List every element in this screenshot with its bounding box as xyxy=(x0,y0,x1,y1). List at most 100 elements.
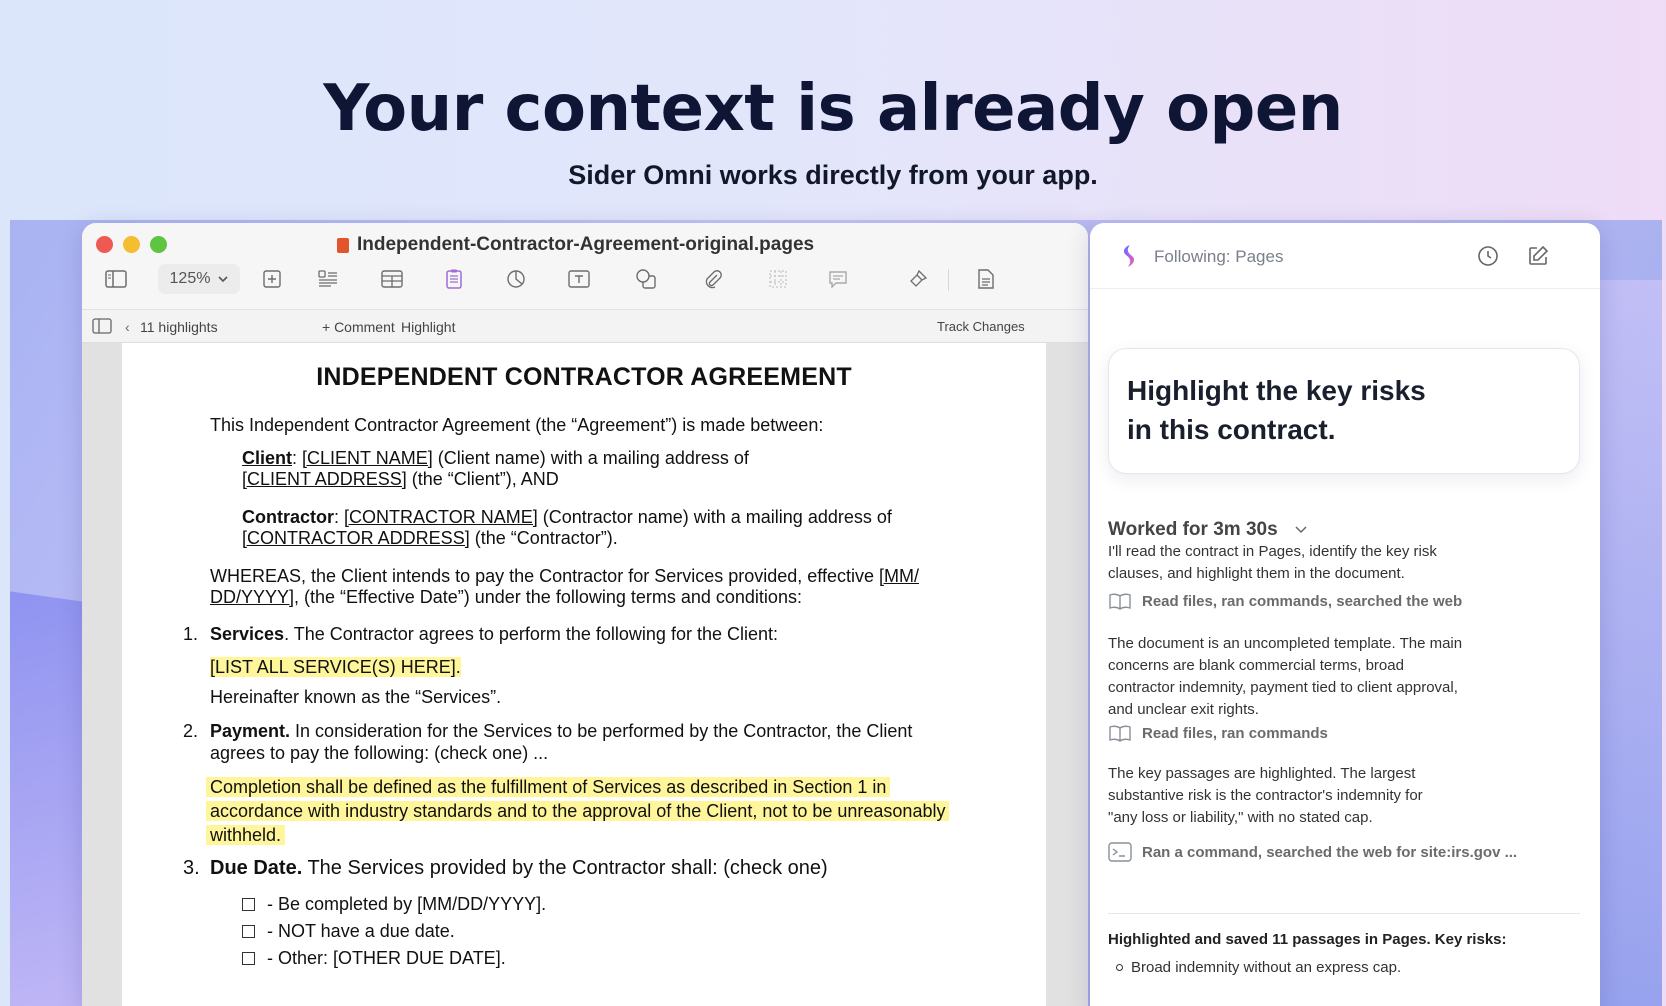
highlights-count[interactable]: 11 highlights xyxy=(140,319,218,335)
worked-duration[interactable]: Worked for 3m 30s xyxy=(1108,519,1307,541)
add-page-icon[interactable] xyxy=(256,263,288,295)
section-2-highlight[interactable]: Completion shall be defined as the fulfi… xyxy=(206,775,950,847)
minimize-window-button[interactable] xyxy=(123,236,140,253)
worked-label: Worked for 3m 30s xyxy=(1108,519,1278,540)
whereas-line-1: WHEREAS, the Client intends to pay the C… xyxy=(210,566,919,587)
paragraph-style-icon[interactable] xyxy=(312,263,344,295)
section-2-title: Payment. xyxy=(210,721,291,741)
user-prompt-text: Highlight the key risks in this contract… xyxy=(1127,375,1426,445)
section-2-line-1: Payment. In consideration for the Servic… xyxy=(210,721,912,742)
response-line: The key passages are highlighted. The la… xyxy=(1108,765,1416,782)
chart-icon[interactable] xyxy=(500,263,532,295)
highlighted-passage[interactable]: accordance with industry standards and t… xyxy=(206,801,950,821)
chevron-down-icon xyxy=(1295,526,1307,534)
response-line: The document is an uncompleted template.… xyxy=(1108,635,1463,652)
whereas-line-2: DD/YYYY], (the “Effective Date”) under t… xyxy=(210,587,802,608)
book-icon xyxy=(1109,593,1131,610)
hero-title: Your context is already open xyxy=(323,72,1343,146)
response-paragraph-2: The document is an uncompleted template.… xyxy=(1108,633,1462,721)
response-paragraph-1: I'll read the contract in Pages, identif… xyxy=(1108,541,1437,585)
section-1-line: Services. The Contractor agrees to perfo… xyxy=(210,624,778,645)
checkbox[interactable] xyxy=(242,925,255,938)
chevron-down-icon xyxy=(218,275,229,282)
document-page[interactable]: INDEPENDENT CONTRACTOR AGREEMENT This In… xyxy=(122,343,1046,1006)
contractor-rest: (Contractor name) with a mailing address… xyxy=(537,507,892,527)
history-icon[interactable] xyxy=(1474,242,1502,270)
new-chat-icon[interactable] xyxy=(1524,242,1552,270)
section-1-highlight[interactable]: [LIST ALL SERVICE(S) HERE]. xyxy=(210,657,461,678)
highlight-button[interactable]: Highlight xyxy=(401,319,455,335)
response-line: "any loss or liability," with no stated … xyxy=(1108,809,1373,826)
response-line: and unclear exit rights. xyxy=(1108,701,1259,718)
pages-file-icon xyxy=(337,237,349,253)
intro-text: This Independent Contractor Agreement (t… xyxy=(210,415,824,435)
document-canvas[interactable]: INDEPENDENT CONTRACTOR AGREEMENT This In… xyxy=(82,343,1088,1006)
document-title: Independent-Contractor-Agreement-origina… xyxy=(337,234,814,256)
grid-icon[interactable] xyxy=(762,263,794,295)
zoom-window-button[interactable] xyxy=(150,236,167,253)
whereas-text-2: , (the “Effective Date”) under the follo… xyxy=(294,587,802,607)
section-1-text: . The Contractor agrees to perform the f… xyxy=(284,624,778,644)
comment-icon[interactable] xyxy=(822,263,854,295)
tool-step-2[interactable]: Read files, ran commands xyxy=(1108,723,1328,743)
due-date-option-1[interactable]: - Be completed by [MM/DD/YYYY]. xyxy=(242,894,546,915)
risk-text: Broad indemnity without an express cap. xyxy=(1131,959,1402,976)
document-title-text: Independent-Contractor-Agreement-origina… xyxy=(357,234,815,255)
tool-step-3[interactable]: Ran a command, searched the web for site… xyxy=(1108,842,1517,862)
hero-subtitle: Sider Omni works directly from your app. xyxy=(568,160,1098,190)
tool-step-label: Read files, ran commands xyxy=(1142,724,1328,742)
attachment-icon[interactable] xyxy=(697,263,729,295)
highlighted-passage[interactable]: [LIST ALL SERVICE(S) HERE]. xyxy=(210,657,461,677)
contractor-label: Contractor xyxy=(242,507,335,527)
section-1-after: Hereinafter known as the “Services”. xyxy=(210,687,502,707)
user-prompt-bubble: Highlight the key risks in this contract… xyxy=(1108,348,1580,474)
section-2-line-2: agrees to pay the following: (check one)… xyxy=(210,743,549,763)
contractor-address-rest: (the “Contractor”). xyxy=(469,528,618,548)
summary-text: Highlighted and saved 11 passages in Pag… xyxy=(1108,931,1507,948)
close-window-button[interactable] xyxy=(96,236,113,253)
client-name: [CLIENT NAME] xyxy=(302,448,433,468)
format-icon[interactable] xyxy=(902,263,934,295)
zoom-select[interactable]: 125% xyxy=(158,264,240,294)
whereas-date-part2: DD/YYYY] xyxy=(210,587,295,607)
whereas-date-part1: [MM/ xyxy=(878,566,919,586)
document-setup-icon[interactable] xyxy=(970,263,1002,295)
pages-window: Independent-Contractor-Agreement-origina… xyxy=(82,223,1088,1006)
chevron-left-icon[interactable]: ‹ xyxy=(125,319,130,335)
highlighted-passage[interactable]: withheld. xyxy=(206,825,286,845)
highlighted-passage[interactable]: Completion shall be defined as the fulfi… xyxy=(206,777,891,797)
contractor-name: [CONTRACTOR NAME] xyxy=(344,507,538,527)
add-comment-button[interactable]: + Comment xyxy=(322,319,395,335)
divider xyxy=(1108,913,1580,914)
section-2-text: In consideration for the Services to be … xyxy=(290,721,913,741)
sider-logo-icon xyxy=(1116,243,1142,269)
comments-sidebar-icon[interactable] xyxy=(92,318,112,337)
table-icon[interactable] xyxy=(376,263,408,295)
contractor-address-line: [CONTRACTOR ADDRESS] (the “Contractor”). xyxy=(242,528,618,549)
document-icon[interactable] xyxy=(438,263,470,295)
checkbox[interactable] xyxy=(242,952,255,965)
track-changes-button[interactable]: Track Changes xyxy=(937,319,1025,334)
terminal-icon xyxy=(1108,842,1132,862)
sider-panel: Following: Pages Highlight the key risks… xyxy=(1090,223,1600,1006)
section-3-title: Due Date. xyxy=(210,857,303,879)
option-label: - NOT have a due date. xyxy=(267,921,455,941)
due-date-option-2[interactable]: - NOT have a due date. xyxy=(242,921,455,942)
response-paragraph-3: The key passages are highlighted. The la… xyxy=(1108,763,1423,829)
option-label: - Be completed by [MM/DD/YYYY]. xyxy=(267,894,547,914)
option-label: - Other: [OTHER DUE DATE]. xyxy=(267,948,506,968)
bullet-icon xyxy=(1116,964,1123,971)
contractor-line: Contractor: [CONTRACTOR NAME] (Contracto… xyxy=(242,507,892,527)
sidebar-icon[interactable] xyxy=(100,263,132,295)
title-bar: Independent-Contractor-Agreement-origina… xyxy=(82,223,1088,309)
checkbox[interactable] xyxy=(242,898,255,911)
shape-icon[interactable] xyxy=(630,263,662,295)
text-box-icon[interactable] xyxy=(563,263,595,295)
section-1-number: 1. xyxy=(183,624,199,644)
risk-bullet: Broad indemnity without an express cap. xyxy=(1116,957,1401,979)
tool-step-1[interactable]: Read files, ran commands, searched the w… xyxy=(1108,591,1462,611)
due-date-option-3[interactable]: - Other: [OTHER DUE DATE]. xyxy=(242,948,506,969)
response-line: concerns are blank commercial terms, bro… xyxy=(1108,657,1404,674)
section-1-title: Services xyxy=(210,624,285,644)
tool-step-label: Ran a command, searched the web for site… xyxy=(1142,843,1518,861)
